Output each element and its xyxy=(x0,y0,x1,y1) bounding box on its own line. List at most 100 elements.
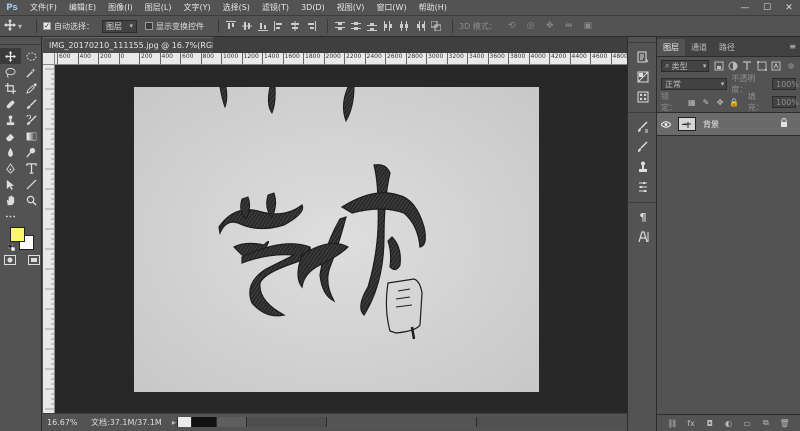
screen-mode-icon[interactable] xyxy=(28,255,40,268)
history-brush-tool-icon[interactable] xyxy=(21,112,42,128)
menu-edit[interactable]: 编辑(E) xyxy=(63,2,102,13)
tab-channels[interactable]: 通道 xyxy=(685,39,713,56)
character-panel-icon[interactable] xyxy=(628,227,658,247)
eraser-tool-icon[interactable] xyxy=(0,128,21,144)
filter-shape-icon[interactable] xyxy=(756,61,767,72)
distribute-bottom-icon[interactable] xyxy=(366,20,378,32)
hand-tool-icon[interactable] xyxy=(0,192,21,208)
marquee-tool-icon[interactable] xyxy=(21,48,42,64)
filter-smart-object-icon[interactable] xyxy=(771,61,781,72)
clone-stamp-tool-icon[interactable] xyxy=(0,112,21,128)
path-selection-tool-icon[interactable] xyxy=(0,176,21,192)
menu-select[interactable]: 选择(S) xyxy=(217,2,256,13)
lock-pixels-icon[interactable]: ✎ xyxy=(700,96,711,108)
layer-thumbnail[interactable] xyxy=(678,117,696,131)
align-right-icon[interactable] xyxy=(305,20,317,32)
menu-layer[interactable]: 图层(L) xyxy=(139,2,178,13)
magic-wand-tool-icon[interactable] xyxy=(21,64,42,80)
menu-type[interactable]: 文字(Y) xyxy=(177,2,216,13)
color-panel-icon[interactable] xyxy=(628,67,658,87)
lock-position-icon[interactable]: ✥ xyxy=(715,96,726,108)
show-transform-option[interactable]: 显示变换控件 xyxy=(145,21,204,32)
quick-mask-icon[interactable] xyxy=(4,255,16,268)
3d-scale-icon[interactable]: ▣ xyxy=(581,20,595,32)
horizontal-scrollbar[interactable] xyxy=(177,417,627,427)
move-tool-icon[interactable] xyxy=(0,48,21,64)
distribute-hcenter-icon[interactable] xyxy=(398,20,410,32)
lock-transparent-icon[interactable]: ▦ xyxy=(686,96,697,108)
adjustments-icon[interactable] xyxy=(628,177,658,197)
auto-select-target-dropdown[interactable]: 图层 xyxy=(102,19,138,33)
scroll-track[interactable] xyxy=(246,417,326,427)
align-vcenter-icon[interactable] xyxy=(241,20,253,32)
crop-tool-icon[interactable] xyxy=(0,80,21,96)
align-top-icon[interactable] xyxy=(225,20,237,32)
healing-brush-tool-icon[interactable] xyxy=(0,96,21,112)
3d-slide-icon[interactable]: ⇹ xyxy=(562,20,576,32)
history-panel-icon[interactable] xyxy=(628,47,658,67)
visibility-eye-icon[interactable] xyxy=(657,120,675,128)
dodge-tool-icon[interactable] xyxy=(21,144,42,160)
more-tools-icon[interactable] xyxy=(0,208,21,224)
horizontal-ruler[interactable]: 600 400 200 0 200 400 600 800 1000 1200 1400 1600 18… xyxy=(43,53,627,65)
fill-field[interactable]: 100% xyxy=(772,96,799,108)
panel-menu-icon[interactable]: ≡ xyxy=(789,42,796,51)
trash-icon[interactable]: 🗑 xyxy=(779,418,789,428)
foreground-color-swatch[interactable] xyxy=(10,227,25,242)
lock-all-icon[interactable]: 🔒 xyxy=(729,96,740,108)
3d-pan-icon[interactable]: ✥ xyxy=(543,20,557,32)
add-mask-icon[interactable]: ◘ xyxy=(705,418,715,428)
scroll-track[interactable] xyxy=(476,417,627,427)
menu-image[interactable]: 图像(I) xyxy=(102,2,139,13)
auto-select-option[interactable]: ✓ 自动选择： xyxy=(43,21,94,32)
minimize-button[interactable]: — xyxy=(734,0,756,15)
clone-source-icon[interactable] xyxy=(628,157,658,177)
distribute-right-icon[interactable] xyxy=(414,20,426,32)
adjustment-layer-icon[interactable]: ◐ xyxy=(723,418,733,428)
opacity-field[interactable]: 100% xyxy=(772,78,799,90)
move-tool-preset[interactable]: ▾ xyxy=(4,19,22,33)
layer-row-background[interactable]: 背景 xyxy=(657,112,800,136)
brush-presets-icon[interactable] xyxy=(628,117,658,137)
paragraph-panel-icon[interactable]: ¶ xyxy=(628,207,658,227)
filter-adjustment-icon[interactable] xyxy=(728,61,738,72)
menu-file[interactable]: 文件(F) xyxy=(24,2,63,13)
new-layer-icon[interactable]: ⧉ xyxy=(761,418,771,428)
filter-kind-dropdown[interactable]: ⌕ 类型 xyxy=(661,60,710,72)
3d-rotate-icon[interactable]: ⟲ xyxy=(505,20,519,32)
auto-align-icon[interactable] xyxy=(430,20,442,32)
close-button[interactable]: ✕ xyxy=(778,0,800,15)
show-transform-checkbox[interactable] xyxy=(145,22,154,30)
fx-icon[interactable]: fx xyxy=(686,418,696,428)
maximize-button[interactable]: ☐ xyxy=(756,0,778,15)
pen-tool-icon[interactable] xyxy=(0,160,21,176)
type-tool-icon[interactable] xyxy=(21,160,42,176)
swatches-panel-icon[interactable] xyxy=(628,87,658,107)
filter-toggle-icon[interactable] xyxy=(786,61,796,72)
line-tool-icon[interactable] xyxy=(21,176,42,192)
brush-tool-icon[interactable] xyxy=(21,96,42,112)
menu-window[interactable]: 窗口(W) xyxy=(370,2,412,13)
zoom-level-field[interactable]: 16.67% xyxy=(43,418,83,427)
layer-name[interactable]: 背景 xyxy=(703,119,719,130)
align-hcenter-icon[interactable] xyxy=(289,20,301,32)
document-tab[interactable]: IMG_20170210_111155.jpg @ 16.7%(RGB/8) × xyxy=(43,37,243,53)
scroll-segment[interactable] xyxy=(191,417,216,427)
zoom-tool-icon[interactable] xyxy=(21,192,42,208)
auto-select-checkbox[interactable]: ✓ xyxy=(43,22,52,30)
status-menu-arrow-icon[interactable]: ▸ xyxy=(172,418,176,427)
menu-view[interactable]: 视图(V) xyxy=(331,2,371,13)
dock-grip[interactable] xyxy=(628,37,656,43)
distribute-top-icon[interactable] xyxy=(334,20,346,32)
blend-mode-dropdown[interactable]: 正常 xyxy=(661,78,728,90)
document-canvas[interactable] xyxy=(134,87,539,392)
blur-tool-icon[interactable] xyxy=(0,144,21,160)
vertical-ruler[interactable] xyxy=(43,65,55,413)
scroll-thumb-start[interactable] xyxy=(177,417,191,427)
lasso-tool-icon[interactable] xyxy=(0,64,21,80)
panel-grip[interactable] xyxy=(0,37,41,45)
align-left-icon[interactable] xyxy=(273,20,285,32)
scroll-track[interactable] xyxy=(326,417,476,427)
filter-pixel-icon[interactable] xyxy=(713,61,724,72)
menu-3d[interactable]: 3D(D) xyxy=(295,3,331,12)
